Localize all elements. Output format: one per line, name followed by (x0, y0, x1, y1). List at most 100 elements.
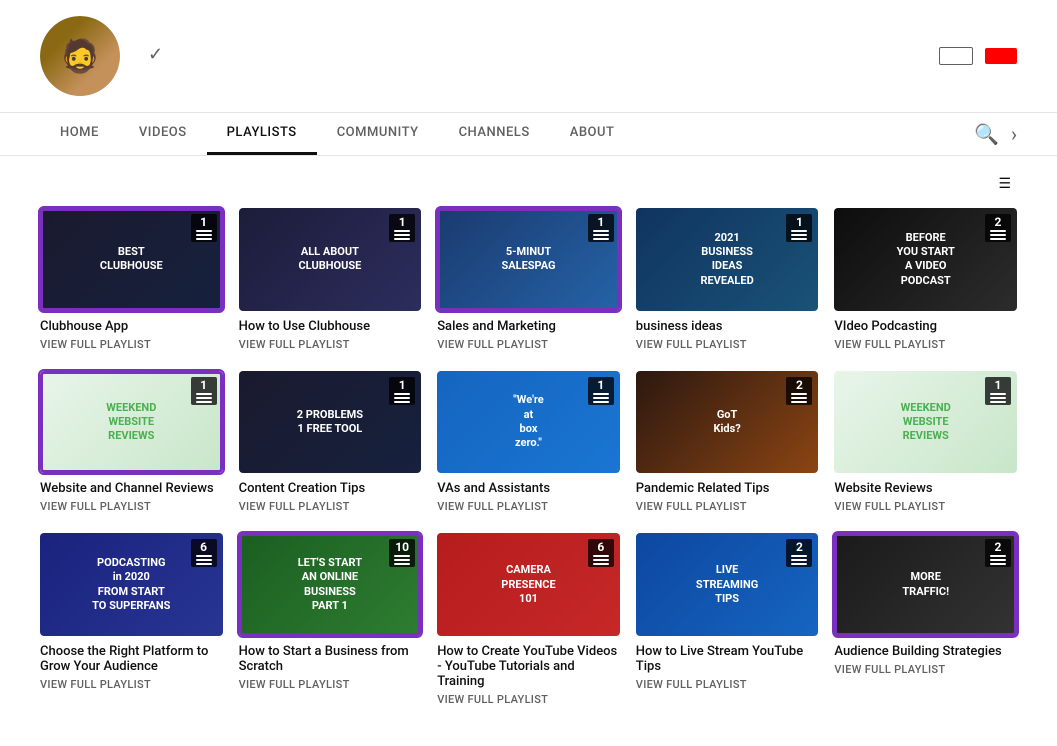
playlist-link[interactable]: VIEW FULL PLAYLIST (437, 693, 620, 706)
playlist-link[interactable]: VIEW FULL PLAYLIST (40, 338, 223, 351)
playlist-thumb: LET'S STARTAN ONLINEBUSINESSPART 1 10 (239, 533, 422, 636)
playlist-count-badge: 1 (985, 377, 1011, 405)
tab-playlists[interactable]: PLAYLISTS (207, 113, 317, 155)
channel-info: ✓ (140, 44, 939, 69)
playlist-link[interactable]: VIEW FULL PLAYLIST (834, 663, 1017, 676)
playlist-link[interactable]: VIEW FULL PLAYLIST (437, 500, 620, 513)
playlist-count-num: 1 (796, 216, 803, 228)
avatar-image: 🧔 (40, 16, 120, 96)
playlist-link[interactable]: VIEW FULL PLAYLIST (437, 338, 620, 351)
playlist-count-badge: 10 (389, 539, 415, 567)
playlist-count-lines (791, 393, 807, 403)
playlist-count-num: 1 (597, 379, 604, 391)
playlist-count-num: 2 (995, 216, 1002, 228)
playlist-title: Website and Channel Reviews (40, 481, 223, 496)
playlist-count-lines (394, 393, 410, 403)
playlist-card-content-creation-tips[interactable]: 2 PROBLEMS1 FREE TOOL 1 Content Creation… (239, 371, 422, 514)
playlist-count-lines (196, 555, 212, 565)
playlist-thumb: "We'reatboxzero." 1 (437, 371, 620, 474)
playlist-thumb: PODCASTINGin 2020FROM STARTTO SUPERFANS … (40, 533, 223, 636)
playlist-thumb: CAMERAPRESENCE101 6 (437, 533, 620, 636)
nav-tabs: HOME VIDEOS PLAYLISTS COMMUNITY CHANNELS… (0, 113, 1057, 156)
playlist-grid-row2: WEEKENDWEBSITEREVIEWS 1 Website and Chan… (40, 371, 1017, 514)
playlist-count-lines (990, 393, 1006, 403)
playlist-link[interactable]: VIEW FULL PLAYLIST (40, 500, 223, 513)
section-header: ☰ (40, 176, 1017, 192)
playlist-thumb: 5-MINUTSALESPAG 1 (437, 208, 620, 311)
tab-videos[interactable]: VIDEOS (119, 113, 207, 155)
playlist-count-badge: 1 (786, 214, 812, 242)
playlist-card-video-podcasting[interactable]: BEFOREYOU STARTA VIDEOPODCAST 2 VIdeo Po… (834, 208, 1017, 351)
playlist-thumb: LIVESTREAMINGTIPS 2 (636, 533, 819, 636)
playlist-title: business ideas (636, 319, 819, 334)
more-icon[interactable]: › (1011, 122, 1017, 146)
playlist-count-num: 10 (395, 541, 409, 553)
playlist-count-num: 6 (597, 541, 604, 553)
playlist-count-badge: 1 (588, 377, 614, 405)
playlist-link[interactable]: VIEW FULL PLAYLIST (239, 678, 422, 691)
playlist-link[interactable]: VIEW FULL PLAYLIST (636, 500, 819, 513)
playlist-title: How to Use Clubhouse (239, 319, 422, 334)
playlist-card-camera-presence[interactable]: CAMERAPRESENCE101 6 How to Create YouTub… (437, 533, 620, 706)
playlist-count-num: 1 (995, 379, 1002, 391)
tab-community[interactable]: COMMUNITY (317, 113, 439, 155)
tab-home[interactable]: HOME (40, 113, 119, 155)
tab-about[interactable]: ABOUT (550, 113, 635, 155)
playlist-count-num: 2 (796, 541, 803, 553)
playlist-thumb: ALL ABOUTCLUBHOUSE 1 (239, 208, 422, 311)
search-icon[interactable]: 🔍 (974, 122, 999, 146)
playlist-link[interactable]: VIEW FULL PLAYLIST (40, 678, 223, 691)
playlist-thumb: BEFOREYOU STARTA VIDEOPODCAST 2 (834, 208, 1017, 311)
playlist-count-num: 1 (597, 216, 604, 228)
playlist-count-badge: 2 (985, 214, 1011, 242)
playlist-link[interactable]: VIEW FULL PLAYLIST (239, 338, 422, 351)
channel-header: 🧔 ✓ (0, 0, 1057, 113)
playlist-count-lines (791, 230, 807, 240)
playlist-card-pandemic-tips[interactable]: GoTKids? 2 Pandemic Related Tips VIEW FU… (636, 371, 819, 514)
playlist-count-badge: 2 (786, 539, 812, 567)
playlist-thumb: GoTKids? 2 (636, 371, 819, 474)
playlist-card-live-stream[interactable]: LIVESTREAMINGTIPS 2 How to Live Stream Y… (636, 533, 819, 706)
playlist-card-clubhouse-app[interactable]: BESTCLUBHOUSE 1 Clubhouse App VIEW FULL … (40, 208, 223, 351)
playlist-title: Choose the Right Platform to Grow Your A… (40, 644, 223, 674)
playlist-count-badge: 6 (191, 539, 217, 567)
playlist-link[interactable]: VIEW FULL PLAYLIST (834, 338, 1017, 351)
playlist-card-start-business-scratch[interactable]: LET'S STARTAN ONLINEBUSINESSPART 1 10 Ho… (239, 533, 422, 706)
channel-name-row: ✓ (140, 44, 939, 65)
sort-by-button[interactable]: ☰ (998, 176, 1017, 192)
playlist-title: Sales and Marketing (437, 319, 620, 334)
playlist-card-audience-building[interactable]: MORETRAFFIC! 2 Audience Building Strateg… (834, 533, 1017, 706)
subscribe-button[interactable] (985, 48, 1017, 64)
playlist-card-how-to-use-clubhouse[interactable]: ALL ABOUTCLUBHOUSE 1 How to Use Clubhous… (239, 208, 422, 351)
playlist-count-lines (196, 393, 212, 403)
playlist-link[interactable]: VIEW FULL PLAYLIST (834, 500, 1017, 513)
playlist-count-badge: 2 (786, 377, 812, 405)
playlist-card-website-channel-reviews[interactable]: WEEKENDWEBSITEREVIEWS 1 Website and Chan… (40, 371, 223, 514)
playlist-link[interactable]: VIEW FULL PLAYLIST (239, 500, 422, 513)
playlist-card-business-ideas[interactable]: 2021BUSINESSIDEASREVEALED 1 business ide… (636, 208, 819, 351)
playlist-grid-row1: BESTCLUBHOUSE 1 Clubhouse App VIEW FULL … (40, 208, 1017, 351)
playlist-title: Clubhouse App (40, 319, 223, 334)
join-button[interactable] (939, 47, 973, 65)
playlist-thumb: 2 PROBLEMS1 FREE TOOL 1 (239, 371, 422, 474)
playlist-card-sales-marketing[interactable]: 5-MINUTSALESPAG 1 Sales and Marketing VI… (437, 208, 620, 351)
playlist-title: How to Create YouTube Videos - YouTube T… (437, 644, 620, 689)
playlist-count-num: 2 (995, 541, 1002, 553)
verified-icon: ✓ (148, 44, 163, 65)
playlist-thumb: WEEKENDWEBSITEREVIEWS 1 (40, 371, 223, 474)
playlist-count-badge: 1 (588, 214, 614, 242)
playlist-card-vas-assistants[interactable]: "We'reatboxzero." 1 VAs and Assistants V… (437, 371, 620, 514)
playlist-count-lines (593, 393, 609, 403)
playlist-count-badge: 2 (985, 539, 1011, 567)
avatar: 🧔 (40, 16, 120, 96)
playlist-count-num: 6 (200, 541, 207, 553)
playlist-count-num: 1 (399, 379, 406, 391)
playlist-title: Content Creation Tips (239, 481, 422, 496)
playlist-count-lines (593, 230, 609, 240)
playlist-link[interactable]: VIEW FULL PLAYLIST (636, 678, 819, 691)
playlist-card-website-reviews[interactable]: WEEKENDWEBSITEREVIEWS 1 Website Reviews … (834, 371, 1017, 514)
playlist-thumb: MORETRAFFIC! 2 (834, 533, 1017, 636)
playlist-link[interactable]: VIEW FULL PLAYLIST (636, 338, 819, 351)
tab-channels[interactable]: CHANNELS (439, 113, 550, 155)
playlist-card-choose-platform[interactable]: PODCASTINGin 2020FROM STARTTO SUPERFANS … (40, 533, 223, 706)
